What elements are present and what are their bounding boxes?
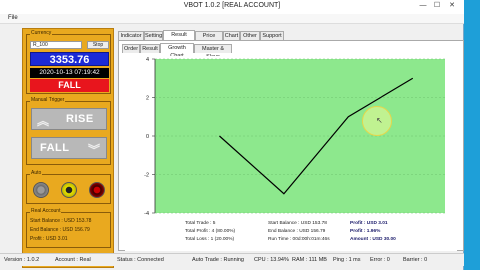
status-connection: Status : Connected [117,257,164,263]
minimize-icon[interactable]: — [418,1,428,11]
status-version: Version : 1.0.2 [4,257,40,263]
chart-y-tick-label: -2 [144,173,149,179]
mouse-pointer-icon: ↖ [376,116,383,125]
tab-price-table[interactable]: Price Table [195,31,223,47]
status-auto-trade: Auto Trade : Running [192,257,244,263]
stat-run-time: Run Time : 00d:00h:01m:46s [268,237,330,242]
window-title: VBOT 1.0.2 [REAL ACCOUNT] [183,2,281,9]
stat-end-balance: End Balance : USD 156.79 [268,229,326,234]
title-bar: VBOT 1.0.2 [REAL ACCOUNT] — ☐ ✕ [0,0,464,14]
stat-profit-percent: Profit : 1.96% [350,229,381,234]
real-account-title: Real Account [30,208,62,214]
status-account: Account : Real [55,257,91,263]
double-chevron-up-icon: ︽ [37,114,50,128]
manual-trigger-title: Manual Trigger [30,97,66,103]
stat-profit-usd: Profit : USD 3.01 [350,221,388,226]
auto-idle-button[interactable] [33,182,49,198]
menu-file[interactable]: File [8,15,18,21]
status-cpu: CPU : 13.94% [254,257,289,263]
manual-trigger-group: Manual Trigger ︽ RISE FALL ︾ [26,97,111,165]
stat-amount: Amount : USD 30.00 [350,237,396,242]
maximize-icon[interactable]: ☐ [432,1,442,11]
status-barrier: Barrier : 0 [403,257,428,263]
tab-setting[interactable]: Setting [144,31,163,40]
price-display: 3353.76 [30,52,109,66]
close-icon[interactable]: ✕ [447,1,457,11]
stop-button[interactable]: Stop [87,41,109,49]
stat-total-loss: Total Loss : 1 (20.00%) [185,237,235,242]
tab-other[interactable]: Other [240,31,260,40]
status-ram: RAM : 111 MB [292,257,327,263]
cursor-highlight: ↖ [362,106,392,136]
tab-chart[interactable]: Chart [223,31,240,40]
double-chevron-down-icon: ︾ [88,143,101,157]
tab-result-table[interactable]: Result Table [163,30,195,46]
currency-group: Currency R_100 Stop 3353.76 2020-10-13 0… [26,30,111,94]
menu-bar: File [0,14,464,24]
tab-indicator[interactable]: Indicator [118,31,144,40]
auto-group-title: Auto [30,170,43,176]
auto-stop-button[interactable] [89,182,105,198]
app-window: VBOT 1.0.2 [REAL ACCOUNT] — ☐ ✕ File Cur… [0,0,464,270]
result-table-panel: Order Result Growth Chart Master & Slave… [118,40,464,251]
real-account-group: Real Account Start Balance : USD 153.78 … [26,208,111,248]
account-start-balance: Start Balance : USD 153.78 [30,218,92,224]
subtab-growth-chart[interactable]: Growth Chart [160,43,194,59]
account-profit: Profit : USD 3.01 [30,236,68,242]
subtab-result[interactable]: Result [140,44,160,53]
chart-y-tick-label: 4 [146,57,149,63]
chart-y-tick-label: -4 [144,211,149,216]
status-error: Error : 0 [370,257,390,263]
left-panel: Currency R_100 Stop 3353.76 2020-10-13 0… [22,28,114,268]
account-end-balance: End Balance : USD 156.79 [30,227,90,233]
tab-support[interactable]: Support [260,31,284,40]
stat-total-profit: Total Profit : 4 (80.00%) [185,229,236,234]
stat-start-balance: Start Balance : USD 153.78 [268,221,327,226]
auto-group: Auto [26,170,111,204]
currency-group-title: Currency [30,30,53,36]
signal-display: FALL [30,79,109,92]
rise-button-label: RISE [66,113,94,125]
status-ping: Ping : 1 ms [333,257,361,263]
growth-chart: 4 2 0 -2 -4 [144,57,445,217]
subtab-master-slave[interactable]: Master & Slave [194,44,232,60]
status-bar: Version : 1.0.2 Account : Real Status : … [0,253,464,266]
fall-button-label: FALL [40,142,70,154]
stat-total-trade: Total Trade : 5 [185,221,216,226]
currency-select[interactable]: R_100 [30,41,82,49]
main-content: Indicator Setting Result Table Price Tab… [118,30,464,251]
auto-pause-button[interactable] [61,182,77,198]
fall-button[interactable]: FALL ︾ [31,137,107,159]
chart-y-tick-label: 2 [146,96,149,102]
chart-y-tick-label: 0 [146,134,149,140]
subtab-order[interactable]: Order [122,44,140,53]
datetime-display: 2020-10-13 07:19:42 [30,68,109,78]
growth-chart-area: 4 2 0 -2 -4 Total Trade : 5 Total Profit : 4… [125,56,457,251]
rise-button[interactable]: ︽ RISE [31,108,107,130]
